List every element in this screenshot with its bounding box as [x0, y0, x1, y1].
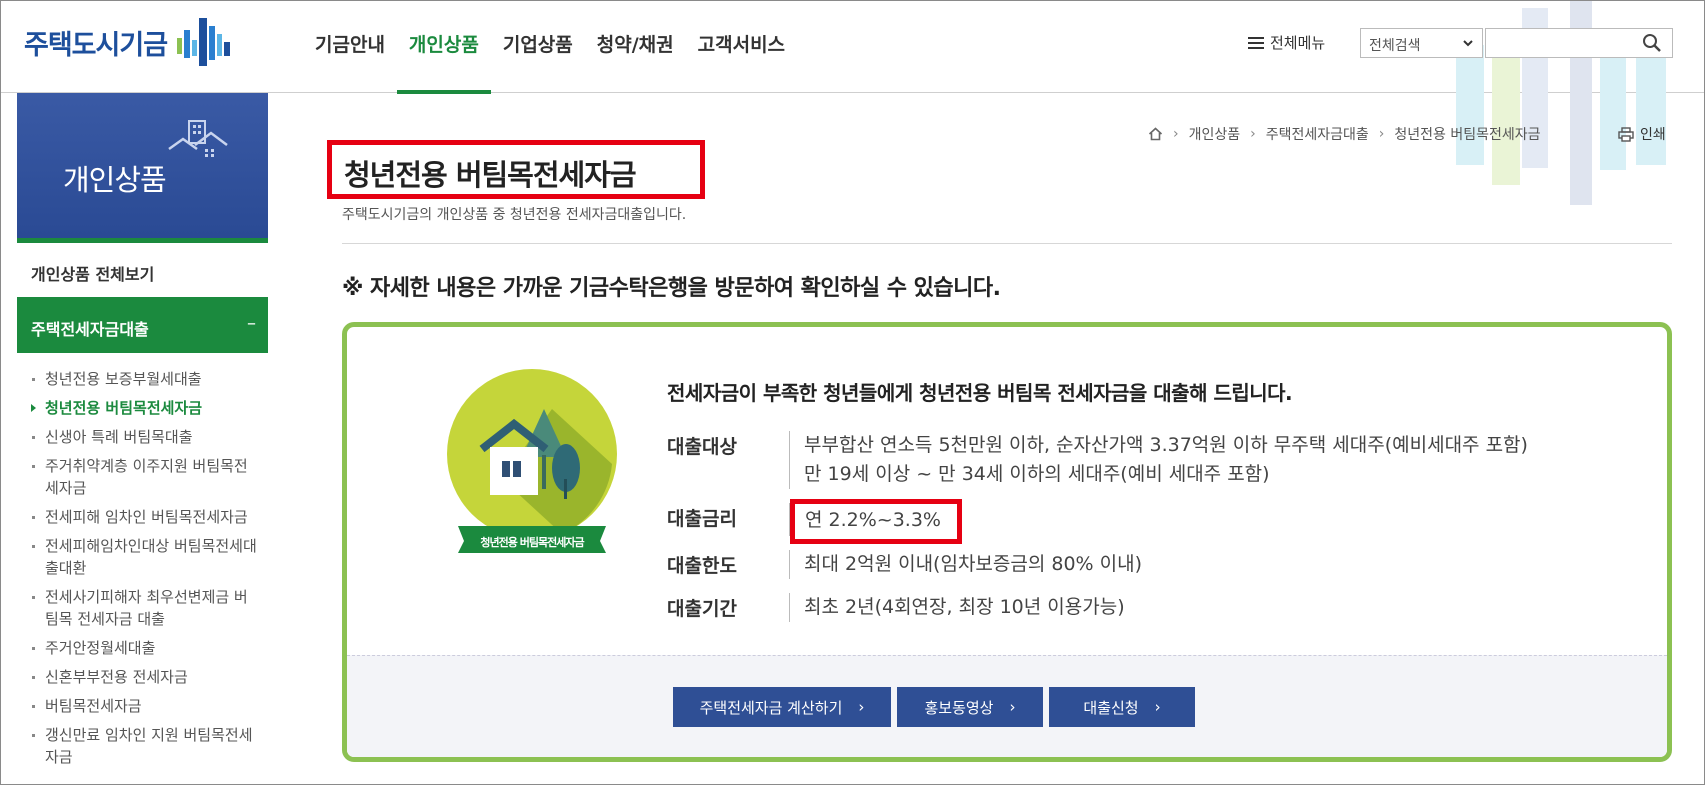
- product-info-box: 청년전용 버팀목전세자금 전세자금이 부족한 청년들에게 청년전용 버팀목 전세…: [342, 322, 1672, 762]
- chevron-right-icon: ›: [1154, 698, 1161, 716]
- gnb-subscription-bonds[interactable]: 청약/채권: [585, 0, 686, 93]
- product-lead-text: 전세자금이 부족한 청년들에게 청년전용 버팀목 전세자금을 대출해 드립니다.: [667, 381, 1293, 405]
- printer-icon: [1618, 126, 1634, 142]
- collapse-icon: –: [247, 313, 256, 334]
- print-label: 인쇄: [1640, 127, 1666, 143]
- breadcrumb-item[interactable]: 주택전세자금대출: [1266, 124, 1369, 144]
- detail-value: 최초 2년(4회연장, 최장 10년 이용가능): [789, 593, 1125, 622]
- promo-video-button[interactable]: 홍보동영상 ›: [897, 687, 1043, 727]
- chevron-down-icon: [1463, 40, 1473, 47]
- breadcrumb-item[interactable]: 개인상품: [1189, 124, 1241, 144]
- sidebar-item[interactable]: 신생아 특례 버팀목대출: [17, 426, 268, 448]
- sidebar-item[interactable]: 갱신만료 임차인 지원 버팀목전세자금: [17, 724, 268, 768]
- sidebar-item[interactable]: 주거안정월세대출: [17, 637, 268, 659]
- home-icon[interactable]: [1148, 127, 1163, 141]
- sidebar-item-current[interactable]: 청년전용 버팀목전세자금: [17, 397, 268, 419]
- notice-text: ※ 자세한 내용은 가까운 기금수탁은행을 방문하여 확인하실 수 있습니다.: [342, 276, 1001, 301]
- page-title: 청년전용 버팀목전세자금: [344, 158, 637, 192]
- sidebar-item[interactable]: 버팀목전세자금: [17, 695, 268, 717]
- search-scope-select[interactable]: 전체검색: [1360, 28, 1483, 58]
- rate-highlight: 연 2.2%~3.3%: [790, 499, 962, 544]
- global-nav: 기금안내 개인상품 기업상품 청약/채권 고객서비스: [303, 0, 797, 94]
- detail-line: 부부합산 연소득 5천만원 이하, 순자산가액 3.37억원 이하 무주택 세대…: [804, 434, 1528, 456]
- page-title-highlight: 청년전용 버팀목전세자금: [327, 140, 705, 199]
- sidebar-group-label: 주택전세자금대출: [31, 320, 149, 339]
- sidebar-title: 개인상품: [63, 163, 167, 197]
- gnb-corporate-products[interactable]: 기업상품: [491, 0, 585, 93]
- chevron-right-icon: ›: [1250, 126, 1256, 142]
- detail-label: 대출한도: [667, 555, 737, 577]
- all-menu-label: 전체메뉴: [1270, 34, 1326, 52]
- detail-line: 최초 2년(4회연장, 최장 10년 이용가능): [804, 596, 1125, 618]
- detail-row-limit: 대출한도 최대 2억원 이내(임차보증금의 80% 이내): [667, 550, 1627, 579]
- sidebar-item[interactable]: 청년전용 보증부월세대출: [17, 368, 268, 390]
- divider: [342, 243, 1672, 244]
- houses-icon: [168, 120, 228, 157]
- all-menu-button[interactable]: 전체메뉴: [1248, 32, 1325, 53]
- loan-apply-button[interactable]: 대출신청 ›: [1049, 687, 1195, 727]
- print-button[interactable]: 인쇄: [1618, 124, 1666, 144]
- calculator-button[interactable]: 주택전세자금 계산하기 ›: [673, 687, 891, 727]
- gnb-customer-service[interactable]: 고객서비스: [686, 0, 797, 93]
- gnb-fund-info[interactable]: 기금안내: [303, 0, 397, 93]
- detail-line: 최대 2억원 이내(임차보증금의 80% 이내): [804, 553, 1143, 575]
- logo-buildings-icon: [177, 18, 231, 66]
- detail-line: 연 2.2%~3.3%: [805, 509, 941, 531]
- detail-row-target: 대출대상 부부합산 연소득 5천만원 이하, 순자산가액 3.37억원 이하 무…: [667, 431, 1627, 489]
- chevron-right-icon: ›: [1173, 126, 1179, 142]
- promo-video-button-label: 홍보동영상: [924, 698, 994, 717]
- sidebar-all-products-link[interactable]: 개인상품 전체보기: [17, 243, 268, 295]
- hamburger-icon: [1248, 36, 1264, 49]
- badge-label: 청년전용 버팀목전세자금: [480, 536, 584, 549]
- sidebar-submenu: 청년전용 보증부월세대출 청년전용 버팀목전세자금 신생아 특례 버팀목대출 주…: [17, 368, 268, 775]
- detail-row-rate: 대출금리 연 2.2%~3.3%: [667, 499, 1627, 544]
- sidebar-group-jeonse-loan[interactable]: 주택전세자금대출 –: [17, 297, 268, 353]
- detail-line: 만 19세 이상 ~ 만 34세 이하의 세대주(예비 세대주 포함): [804, 463, 1270, 485]
- sidebar-item[interactable]: 주거취약계층 이주지원 버팀목전세자금: [17, 455, 268, 499]
- sidebar-item[interactable]: 신혼부부전용 전세자금: [17, 666, 268, 688]
- product-buttons: 주택전세자금 계산하기 › 홍보동영상 › 대출신청 ›: [673, 687, 1195, 727]
- logo-text: 주택도시기금: [24, 29, 168, 61]
- detail-value: 최대 2억원 이내(임차보증금의 80% 이내): [789, 550, 1142, 579]
- sidebar-title-panel: 개인상품: [17, 93, 268, 243]
- product-details: 대출대상 부부합산 연소득 5천만원 이하, 순자산가액 3.37억원 이하 무…: [667, 431, 1627, 636]
- chevron-right-icon: ›: [858, 698, 865, 716]
- detail-row-period: 대출기간 최초 2년(4회연장, 최장 10년 이용가능): [667, 593, 1627, 622]
- detail-label: 대출금리: [667, 508, 737, 530]
- breadcrumb-item-current[interactable]: 청년전용 버팀목전세자금: [1394, 124, 1540, 144]
- sidebar-item[interactable]: 전세사기피해자 최우선변제금 버팀목 전세자금 대출: [17, 586, 268, 630]
- youth-house-badge-icon: [447, 369, 617, 553]
- gnb-personal-products[interactable]: 개인상품: [396, 0, 491, 94]
- detail-value: 부부합산 연소득 5천만원 이하, 순자산가액 3.37억원 이하 무주택 세대…: [789, 431, 1528, 489]
- detail-value: 연 2.2%~3.3%: [789, 499, 962, 544]
- page-description: 주택도시기금의 개인상품 중 청년전용 전세자금대출입니다.: [342, 207, 687, 223]
- chevron-right-icon: ›: [1378, 126, 1385, 142]
- site-logo[interactable]: 주택도시기금: [24, 16, 233, 68]
- detail-label: 대출대상: [667, 436, 737, 458]
- search-scope-value: 전체검색: [1369, 38, 1421, 54]
- detail-label: 대출기간: [667, 598, 737, 620]
- calculator-button-label: 주택전세자금 계산하기: [699, 698, 843, 717]
- site-header: 주택도시기금 기금안내 개인상품 기업상품 청약/채권 고객서비스 전체메뉴 전…: [0, 0, 1705, 205]
- sidebar-item[interactable]: 전세피해 임차인 버팀목전세자금: [17, 506, 268, 528]
- breadcrumb: › 개인상품 › 주택전세자금대출 › 청년전용 버팀목전세자금: [1148, 124, 1541, 144]
- chevron-right-icon: ›: [1009, 698, 1016, 716]
- search-icon[interactable]: [1642, 33, 1662, 53]
- loan-apply-button-label: 대출신청: [1083, 698, 1139, 717]
- sidebar-item[interactable]: 전세피해임차인대상 버팀목전세대출대환: [17, 535, 268, 579]
